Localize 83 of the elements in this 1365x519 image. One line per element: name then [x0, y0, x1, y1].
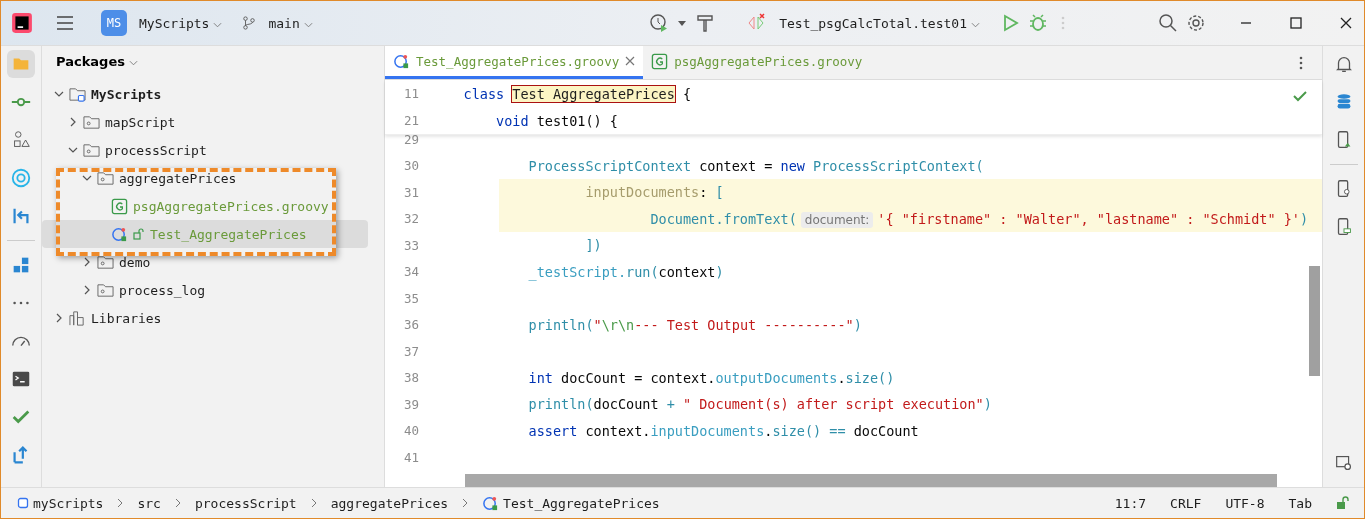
tree-item[interactable]: process_log — [42, 276, 368, 304]
code-line: println("\r\n--- Test Output ----------") — [527, 316, 862, 333]
tree-item[interactable]: mapScript — [42, 108, 368, 136]
chevron-icon[interactable] — [82, 257, 92, 267]
line-number: 32 — [402, 211, 419, 227]
tree-item[interactable]: processScript — [42, 136, 368, 164]
library-icon — [69, 309, 86, 327]
package-folder-icon — [97, 281, 114, 299]
status-item[interactable]: Tab — [1288, 495, 1312, 511]
package-folder-icon — [97, 253, 114, 271]
line-number: 33 — [402, 237, 419, 253]
line-number: 40 — [402, 423, 419, 439]
line-number: 21 — [402, 113, 419, 128]
chevron-icon[interactable] — [54, 313, 64, 323]
test-class-icon — [482, 494, 500, 512]
code-line: Document.fromText( document: '{ "firstname" : "Walter", "lastname" : "Schmidt" }') — [649, 210, 1309, 227]
run-with-profiler-icon[interactable] — [649, 13, 670, 33]
code-line: ProcessScriptContext context = new ProcessScriptContext( — [527, 157, 984, 174]
caret-icon — [213, 21, 223, 28]
code-line: inputDocuments: [ — [584, 184, 724, 201]
package-folder-icon — [83, 113, 100, 131]
groovy-file-icon — [111, 197, 128, 215]
line-number: 34 — [402, 264, 419, 280]
checkmark-icon — [1292, 88, 1308, 104]
caret-icon[interactable] — [677, 18, 688, 28]
code-line: ]) — [584, 237, 602, 254]
code-line: void test01() { — [495, 112, 618, 129]
breadcrumb[interactable]: processScript — [194, 495, 297, 511]
breadcrumb[interactable]: myScripts — [17, 495, 104, 511]
tree-item[interactable]: aggregatePrices — [42, 164, 368, 192]
status-item[interactable]: 11:7 — [1114, 495, 1147, 511]
tree-item[interactable]: MyScripts — [42, 80, 368, 108]
code-line: assert context.inputDocuments.size() == docCount — [527, 422, 919, 439]
vertical-scrollbar-thumb[interactable] — [1309, 266, 1320, 376]
caret-icon — [971, 21, 980, 28]
caret-icon — [128, 59, 138, 66]
code-line: class Test_AggregatePrices { — [462, 85, 692, 102]
line-number: 30 — [402, 158, 419, 174]
status-item[interactable]: UTF-8 — [1225, 495, 1265, 511]
unlocked-icon[interactable] — [1336, 496, 1350, 510]
close-tab-icon[interactable] — [625, 56, 636, 66]
search-icon[interactable] — [1158, 13, 1178, 33]
test-class-icon — [111, 225, 128, 243]
line-number: 41 — [402, 449, 419, 465]
line-number: 31 — [402, 184, 419, 200]
line-number: 36 — [402, 317, 419, 333]
app-logo-icon[interactable] — [11, 12, 33, 34]
code-line: println(docCount + " Document(s) after script execution") — [527, 396, 992, 413]
breadcrumb[interactable]: Test_AggregatePrices — [482, 494, 660, 512]
caret-icon — [303, 21, 313, 28]
branch-dropdown[interactable]: main — [264, 13, 317, 33]
settings-icon[interactable] — [1186, 13, 1206, 33]
line-number: 37 — [402, 343, 419, 359]
chevron-icon[interactable] — [54, 89, 64, 99]
horizontal-scrollbar[interactable] — [465, 474, 1277, 487]
branch-icon — [242, 15, 257, 31]
line-number: 29 — [402, 131, 419, 147]
code-line: int docCount = context.outputDocuments.size() — [527, 369, 895, 386]
tree-item[interactable]: demo — [42, 248, 368, 276]
breadcrumb[interactable]: aggregatePrices — [330, 495, 449, 511]
test-class-icon — [393, 52, 410, 70]
module-icon — [17, 497, 29, 509]
line-number: 38 — [402, 370, 419, 386]
groovy-file-icon — [651, 52, 669, 70]
unlocked-icon — [133, 228, 145, 240]
project-dropdown[interactable]: MyScripts — [135, 13, 227, 33]
code-line: _testScript.run(context) — [527, 263, 724, 280]
packages-view-dropdown[interactable]: Packages — [52, 53, 142, 69]
chevron-icon[interactable] — [68, 117, 78, 127]
tree-item[interactable]: Libraries — [42, 304, 368, 332]
module-folder-icon — [69, 85, 86, 103]
line-number: 35 — [402, 290, 419, 306]
chevron-icon[interactable] — [68, 145, 78, 155]
line-number: 39 — [402, 396, 419, 412]
package-folder-icon — [83, 141, 100, 159]
chevron-icon[interactable] — [82, 285, 92, 295]
menu-icon[interactable] — [55, 13, 75, 33]
chevron-icon[interactable] — [82, 173, 92, 183]
run-config-dropdown[interactable]: Test_psgCalcTotal.test01 — [775, 13, 984, 33]
hammer-icon[interactable] — [695, 13, 716, 33]
status-item[interactable]: CRLF — [1170, 495, 1202, 511]
breadcrumb[interactable]: src — [137, 495, 161, 511]
line-number: 11 — [402, 86, 419, 101]
